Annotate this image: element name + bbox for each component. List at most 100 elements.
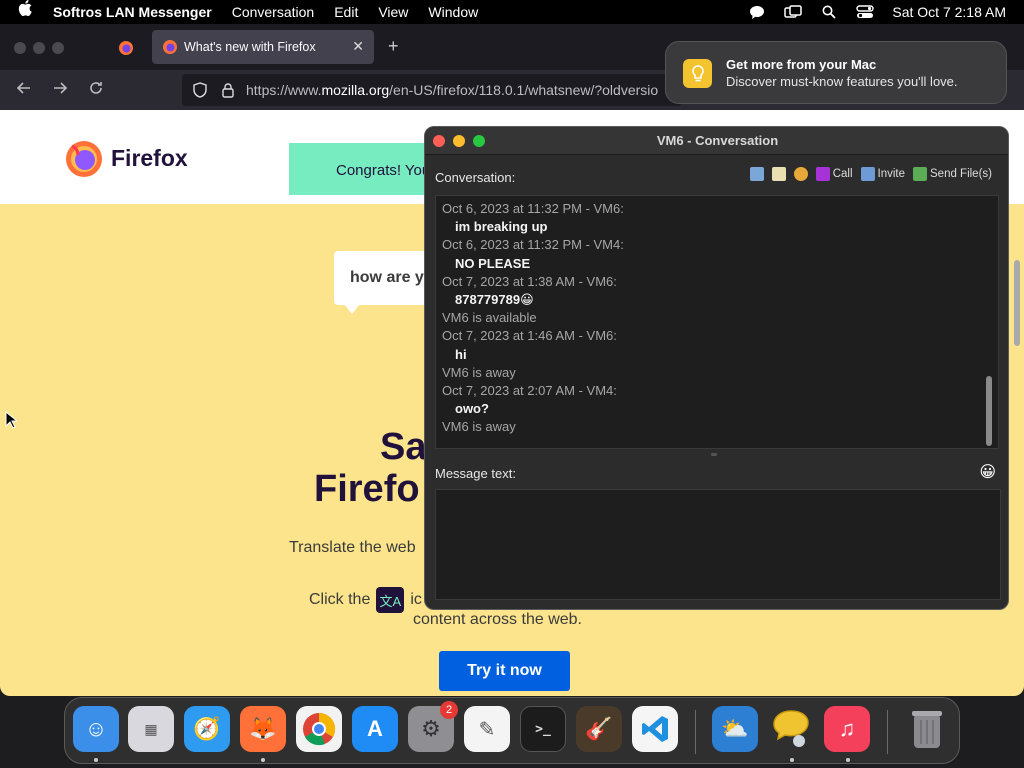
settings-badge: 2 (440, 701, 458, 719)
firefox-wordmark[interactable]: Firefox (111, 145, 188, 172)
tab-whats-new[interactable]: What's new with Firefox ✕ (152, 30, 374, 64)
message-input[interactable] (435, 489, 1001, 600)
dock-vscode-icon[interactable] (632, 706, 678, 752)
back-arrow-icon[interactable] (16, 80, 32, 101)
screen-mirroring-icon[interactable] (784, 4, 803, 20)
history-line-3: NO PLEASE (455, 255, 531, 271)
dock-weather-icon[interactable]: ⛅ (712, 706, 758, 752)
window-zoom-button[interactable] (52, 42, 64, 54)
forward-arrow-icon[interactable] (52, 80, 68, 101)
translate-icon: 文A (376, 587, 405, 613)
conversation-window: VM6 - Conversation Conversation: Call In… (424, 126, 1009, 610)
music-running-indicator (846, 758, 850, 762)
history-line-6: VM6 is available (442, 310, 537, 326)
tab-pinned-firefox[interactable] (104, 32, 148, 64)
dock-separator (695, 710, 696, 754)
messenger-status-icon[interactable] (748, 4, 766, 20)
control-center-icon[interactable] (856, 4, 875, 20)
try-it-now-button[interactable]: Try it now (439, 651, 570, 691)
emoji-picker-icon[interactable]: 😀 (979, 462, 996, 482)
menu-view[interactable]: View (378, 4, 408, 20)
conversation-title-bar[interactable]: VM6 - Conversation (425, 127, 1008, 155)
dock-firefox-icon[interactable]: 🦊 (240, 706, 286, 752)
conversation-minimize-button[interactable] (453, 135, 465, 147)
conversation-close-button[interactable] (433, 135, 445, 147)
new-tab-icon[interactable]: + (388, 36, 399, 57)
dock-textedit-icon[interactable]: ✎ (464, 706, 510, 752)
reload-icon[interactable] (88, 80, 104, 101)
tab-title: What's new with Firefox (184, 40, 316, 54)
send-file-icon (913, 167, 927, 181)
history-line-7: Oct 7, 2023 at 1:46 AM - VM6: (442, 328, 617, 344)
firefox-running-indicator (261, 758, 265, 762)
macos-notification[interactable]: Get more from your Mac Discover must-kno… (665, 41, 1007, 104)
history-line-8: hi (455, 346, 467, 362)
conversation-window-title: VM6 - Conversation (656, 133, 779, 148)
menu-edit[interactable]: Edit (334, 4, 358, 20)
hero-heading-line-1: Sa (380, 426, 427, 468)
window-minimize-button[interactable] (33, 42, 45, 54)
firefox-logo-icon[interactable] (64, 138, 104, 178)
page-scrollbar[interactable] (1014, 260, 1020, 346)
notification-body: Discover must-know features you'll love. (726, 74, 958, 89)
content-description: content across the web. (413, 611, 582, 628)
invite-button[interactable]: Invite (860, 167, 905, 181)
apple-menu-icon[interactable] (18, 0, 36, 24)
send-files-button[interactable]: Send File(s) (913, 167, 992, 181)
notification-title: Get more from your Mac (726, 57, 877, 72)
speech-bubble-tail (344, 304, 360, 314)
history-icon[interactable] (749, 167, 764, 181)
dock-app-store-icon[interactable]: A (352, 706, 398, 752)
history-line-9: VM6 is away (442, 364, 516, 380)
history-line-2: Oct 6, 2023 at 11:32 PM - VM4: (442, 237, 624, 253)
conversation-toolbar: Call Invite Send File(s) (749, 167, 992, 181)
history-line-4: Oct 7, 2023 at 1:38 AM - VM6: (442, 273, 617, 289)
firefox-favicon-icon (163, 40, 177, 54)
history-line-0: Oct 6, 2023 at 11:32 PM - VM6: (442, 201, 624, 216)
softros-running-indicator (790, 758, 794, 762)
invite-users-icon (860, 167, 875, 181)
dock-trash-icon[interactable] (904, 706, 950, 752)
firefox-tab-icon (119, 41, 133, 55)
tracking-protection-shield-icon[interactable] (192, 82, 208, 98)
dock-garageband-icon[interactable]: 🎸 (576, 706, 622, 752)
message-text-label: Message text: (435, 466, 516, 481)
padlock-icon[interactable] (220, 82, 236, 98)
menu-bar: Softros LAN Messenger Conversation Edit … (0, 0, 1024, 24)
video-call-icon (815, 167, 830, 181)
menu-bar-clock[interactable]: Sat Oct 7 2:18 AM (892, 4, 1006, 20)
dock-safari-icon[interactable]: 🧭 (184, 706, 230, 752)
info-icon[interactable] (771, 167, 786, 181)
tab-close-icon[interactable]: ✕ (352, 38, 364, 55)
history-line-1: im breaking up (455, 219, 548, 235)
history-line-12: VM6 is away (442, 419, 516, 435)
history-scrollbar[interactable] (986, 376, 992, 446)
url-text: https://www.mozilla.org/en-US/firefox/11… (246, 82, 659, 98)
history-line-11: owo? (455, 401, 489, 417)
dock-softros-messenger-icon[interactable] (768, 706, 814, 752)
dock-system-settings-icon[interactable]: ⚙ 2 (408, 701, 458, 752)
dock-finder-icon[interactable]: ☺ (73, 706, 119, 752)
dock-terminal-icon[interactable]: >_ (520, 706, 566, 752)
dock: ☺ ▦ 🧭 🦊 A ⚙ 2 ✎ >_ 🎸 ⛅ ♫ (64, 697, 960, 764)
menu-window[interactable]: Window (428, 4, 478, 20)
menu-conversation[interactable]: Conversation (232, 4, 315, 20)
translate-description: Translate the web (289, 539, 416, 556)
dock-separator-trash (887, 710, 888, 754)
conversation-label: Conversation: (435, 170, 516, 185)
spotlight-search-icon[interactable] (820, 4, 838, 20)
dock-chrome-icon[interactable] (296, 706, 342, 752)
hero-heading-line-2: Firefo (314, 468, 420, 510)
settings-gear-icon[interactable] (793, 167, 808, 181)
call-button[interactable]: Call (815, 167, 853, 181)
url-bar[interactable]: https://www.mozilla.org/en-US/firefox/11… (182, 74, 682, 106)
menu-app-name[interactable]: Softros LAN Messenger (53, 4, 212, 20)
dock-launchpad-icon[interactable]: ▦ (128, 706, 174, 752)
window-close-button[interactable] (14, 42, 26, 54)
dock-music-icon[interactable]: ♫ (824, 706, 870, 752)
conversation-history[interactable]: Oct 6, 2023 at 11:32 PM - VM6: im breaki… (435, 195, 999, 449)
history-line-10: Oct 7, 2023 at 2:07 AM - VM4: (442, 383, 617, 399)
mouse-cursor-icon (5, 411, 17, 429)
conversation-zoom-button[interactable] (473, 135, 485, 147)
pane-splitter-handle[interactable] (711, 453, 717, 456)
